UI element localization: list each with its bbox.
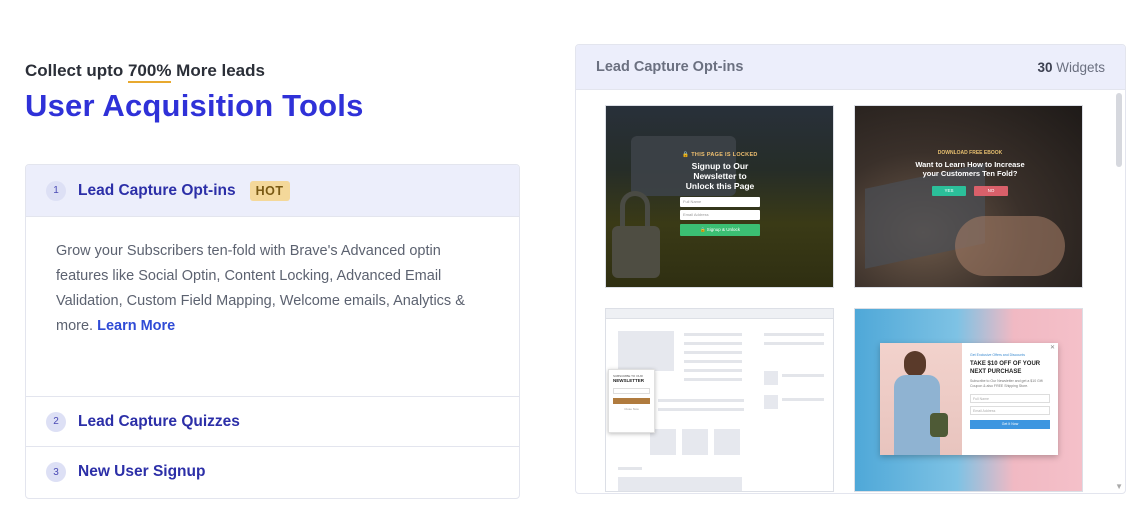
wireframe-text-line [618,467,642,470]
panel-title: Lead Capture Opt-ins [596,59,744,75]
discount-form: Get Exclusive Offers and Discounts TAKE … [962,343,1058,455]
item-number-badge: 2 [46,411,66,432]
widget-count: 30 Widgets [1037,60,1105,75]
lock-headline: Signup to Our Newsletter to Unlock this … [685,161,755,191]
item-number-badge: 3 [46,462,66,482]
ebook-buttons: YES NO [915,186,1025,196]
ebook-kicker: DOWNLOAD FREE EBOOK [937,150,1003,156]
widget-count-number: 30 [1037,59,1053,75]
kicker-prefix: Collect upto [25,61,128,80]
discount-description: Subscribe to Our Newsletter and get a $1… [970,379,1043,388]
panel-header: Lead Capture Opt-ins 30 Widgets [576,45,1125,90]
newsletter-close-link: Close Now [624,407,639,411]
padlock-shackle-shape [620,191,650,231]
lock-email-field: Email Address [680,210,760,220]
newsletter-submit-button [613,398,650,404]
wireframe-topbar [606,309,833,319]
accordion-item-label: New User Signup [78,463,206,480]
accordion-item-description: Grow your Subscribers ten-fold with Brav… [26,217,519,397]
ebook-headline: Want to Learn How to Increase your Custo… [915,160,1025,178]
accordion-item-label: Lead Capture Opt-ins [78,181,236,199]
padlock-icon [612,226,660,278]
backpack-shape [930,413,948,437]
lock-kicker: 🔒 THIS PAGE IS LOCKED [682,152,758,158]
wireframe-text-line [658,399,744,402]
lock-name-field: Full Name [680,197,760,207]
discount-popup: Get Exclusive Offers and Discounts TAKE … [880,343,1058,455]
wireframe-image-placeholder [682,429,708,455]
discount-email-field: Email Address [970,406,1050,415]
wireframe-footer-block [618,477,742,491]
wireframe-text-line [684,333,742,336]
scrollbar-thumb[interactable] [1116,93,1122,167]
item-number-badge: 1 [46,180,66,201]
learn-more-link[interactable]: Learn More [97,318,175,334]
wireframe-image-placeholder [618,331,674,371]
page-title: User Acquisition Tools [25,88,364,123]
wireframe-text-line [782,398,824,401]
wireframe-text-line [764,342,824,345]
hero-kicker: Collect upto 700% More leads [25,61,265,83]
wireframe-thumb [764,371,778,385]
preview-newsletter-slidein[interactable]: SUBSCRIBE TO OUR NEWSLETTER Close Now [605,308,834,492]
wireframe-text-line [764,333,824,336]
newsletter-email-field [613,388,650,394]
accordion-item-lead-capture-optins[interactable]: 1 Lead Capture Opt-ins HOT [26,165,519,217]
lock-optin-form: 🔒 THIS PAGE IS LOCKED Signup to Our News… [680,152,760,236]
wireframe-text-line [684,369,742,372]
kicker-suffix: More leads [171,61,265,80]
kicker-highlight: 700% [127,61,172,83]
ebook-no-button: NO [974,186,1008,196]
accordion-item-lead-capture-quizzes[interactable]: 2 Lead Capture Quizzes [26,397,519,447]
widgets-panel: Lead Capture Opt-ins 30 Widgets 🔒 THIS P… [575,44,1126,494]
wireframe-thumb [764,395,778,409]
hand-shape [955,216,1065,276]
wireframe-text-line [684,342,742,345]
lock-submit-button: 🔒 Signup & Unlock [680,224,760,236]
discount-headline: TAKE $10 OFF OF YOUR NEXT PURCHASE [970,361,1041,375]
preview-ebook-yes-no[interactable]: DOWNLOAD FREE EBOOK Want to Learn How to… [854,105,1083,288]
ebook-optin-form: DOWNLOAD FREE EBOOK Want to Learn How to… [915,150,1025,196]
model-photo [880,343,962,455]
preview-discount-popup[interactable]: Get Exclusive Offers and Discounts TAKE … [854,308,1083,492]
accordion-item-label: Lead Capture Quizzes [78,412,240,430]
model-head-shape [904,351,926,377]
wireframe-text-line [684,351,742,354]
scroll-down-arrow-icon[interactable]: ▼ [1115,482,1123,491]
accordion-item-new-user-signup[interactable]: 3 New User Signup [26,447,519,497]
hot-badge: HOT [249,180,290,201]
tools-accordion: 1 Lead Capture Opt-ins HOT Grow your Sub… [25,164,520,499]
wireframe-text-line [684,360,742,363]
close-icon: ✕ [1049,345,1055,351]
preview-content-lock[interactable]: 🔒 THIS PAGE IS LOCKED Signup to Our News… [605,105,834,288]
ebook-yes-button: YES [932,186,966,196]
discount-submit-button: Get It Now [970,420,1050,429]
wireframe-text-line [658,408,744,411]
panel-scrollbar[interactable] [1115,91,1123,493]
wireframe-text-line [684,378,742,381]
laptop-background-image [855,106,1082,287]
discount-kicker: Get Exclusive Offers and Discounts [970,353,1025,357]
newsletter-headline: NEWSLETTER [613,378,644,383]
wireframe-image-placeholder [714,429,740,455]
widget-count-label: Widgets [1052,59,1105,75]
discount-name-field: Full Name [970,394,1050,403]
newsletter-popup: SUBSCRIBE TO OUR NEWSLETTER Close Now [608,369,655,433]
wireframe-text-line [782,374,824,377]
